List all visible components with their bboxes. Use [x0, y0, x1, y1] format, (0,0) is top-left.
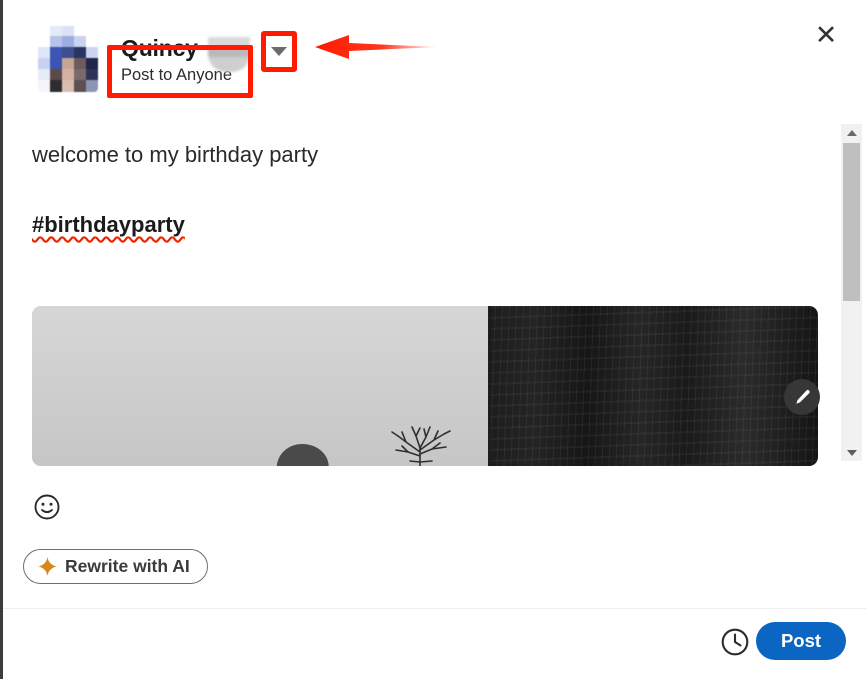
edit-media-button[interactable]: [784, 379, 820, 415]
scroll-thumb[interactable]: [843, 143, 860, 301]
modal-header: Quincy Post to Anyone ✕: [3, 0, 866, 118]
smiley-face-icon: [34, 494, 60, 520]
scroll-down-arrow-icon[interactable]: [841, 444, 862, 461]
blurred-surname: [208, 32, 250, 72]
post-visibility-label: Post to Anyone: [121, 66, 232, 84]
close-button[interactable]: ✕: [805, 14, 847, 56]
sparkle-icon: [38, 557, 57, 576]
modal-footer: Post: [3, 608, 866, 679]
rewrite-with-ai-label: Rewrite with AI: [65, 556, 190, 576]
hashtag-text: #birthdayparty: [32, 212, 185, 237]
media-image: [32, 306, 818, 466]
chevron-down-icon[interactable]: [266, 37, 292, 65]
tree-silhouette-icon: [391, 426, 451, 466]
pencil-icon: [795, 389, 810, 404]
post-editor[interactable]: welcome to my birthday party #birthdaypa…: [3, 118, 839, 608]
emoji-button[interactable]: [32, 492, 62, 522]
avatar[interactable]: [38, 26, 98, 92]
clock-icon: [721, 628, 749, 656]
schedule-post-button[interactable]: [719, 626, 751, 658]
editor-scrollbar[interactable]: [841, 124, 862, 461]
post-hashtag[interactable]: #birthdayparty: [32, 210, 185, 240]
annotation-arrow-icon: [313, 32, 438, 62]
rewrite-with-ai-button[interactable]: Rewrite with AI: [23, 549, 208, 584]
post-media[interactable]: [32, 306, 818, 466]
scroll-up-arrow-icon[interactable]: [841, 124, 862, 141]
share-post-modal: Quincy Post to Anyone ✕ welcome to my bi…: [0, 0, 866, 679]
post-button[interactable]: Post: [756, 622, 846, 660]
post-text[interactable]: welcome to my birthday party: [32, 140, 318, 170]
avatar-pixels: [38, 26, 98, 92]
